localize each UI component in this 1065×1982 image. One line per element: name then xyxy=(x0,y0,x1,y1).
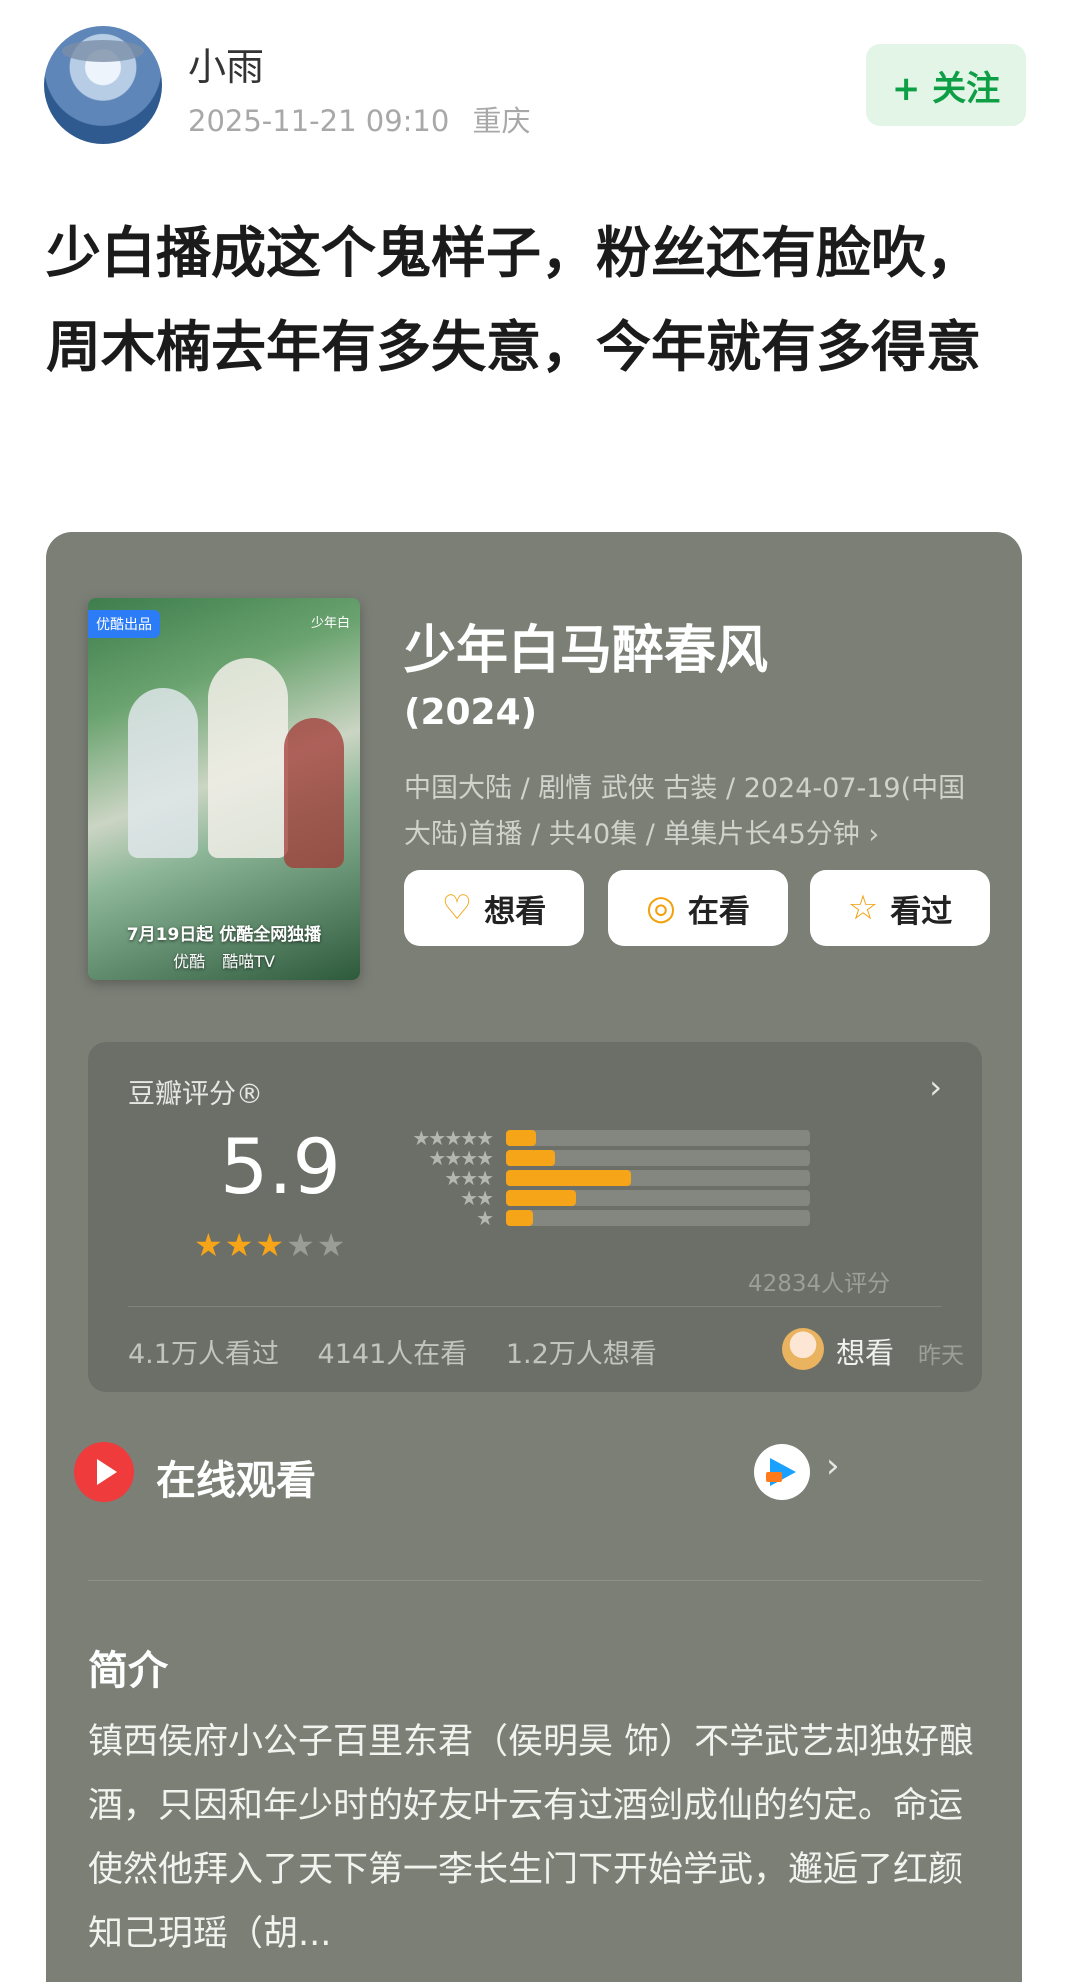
online-watch-label: 在线观看 xyxy=(156,1458,316,1504)
distribution-bar xyxy=(506,1150,810,1166)
movie-card[interactable]: 优酷出品 少年白 7月19日起 优酷全网独播 优酷 酷喵TV 少年白马醉春风 (… xyxy=(46,532,1022,1982)
distribution-bar-fill xyxy=(506,1150,555,1166)
intro-title: 简介 xyxy=(88,1648,168,1694)
distribution-bar-fill xyxy=(506,1130,537,1146)
post-meta: 2025-11-21 09:10 重庆 xyxy=(188,98,545,140)
want-button[interactable]: ♡ 想看 xyxy=(404,870,584,946)
watched-label: 看过 xyxy=(890,893,953,930)
distribution-stars-icon: ★★★★★ xyxy=(412,1126,494,1150)
target-icon: ◎ xyxy=(646,888,676,928)
intro-text[interactable]: 镇西侯府小公子百里东君（侯明昊 饰）不学武艺却独好酿酒，只因和年少时的好友叶云有… xyxy=(88,1710,988,1966)
distribution-stars-icon: ★★★★ xyxy=(428,1146,494,1170)
poster-platforms: 优酷 酷喵TV xyxy=(88,948,360,972)
post-time: 2025-11-21 09:10 xyxy=(188,104,450,138)
watched-button[interactable]: ☆ 看过 xyxy=(810,870,990,946)
poster-brand: 少年白 xyxy=(310,616,350,631)
watching-label: 在看 xyxy=(687,893,750,930)
distribution-bar-fill xyxy=(506,1190,576,1206)
rating-stats: 4.1万人看过 4141人在看 1.2万人想看 xyxy=(128,1332,687,1371)
distribution-stars-icon: ★★★ xyxy=(444,1166,494,1190)
movie-title[interactable]: 少年白马醉春风 xyxy=(404,608,768,683)
movie-poster[interactable]: 优酷出品 少年白 7月19日起 优酷全网独播 优酷 酷喵TV xyxy=(88,598,360,980)
poster-badge: 优酷出品 xyxy=(88,610,160,638)
poster-platform: 酷喵TV xyxy=(222,952,275,971)
distribution-stars-icon: ★ xyxy=(476,1206,494,1230)
star-icon: ☆ xyxy=(847,888,879,928)
stat-want[interactable]: 1.2万人想看 xyxy=(506,1339,657,1370)
distribution-stars-icon: ★★ xyxy=(460,1186,494,1210)
distribution-bar xyxy=(506,1190,810,1206)
distribution-bar xyxy=(506,1170,810,1186)
post-title: 少白播成这个鬼样子，粉丝还有脸吹，周木楠去年有多失意，今年就有多得意 xyxy=(46,221,982,379)
distribution-bar-fill xyxy=(506,1170,631,1186)
poster-date-text: 7月19日起 优酷全网独播 xyxy=(126,925,322,945)
distribution-bar xyxy=(506,1130,810,1146)
divider xyxy=(88,1580,982,1581)
distribution-bar xyxy=(506,1210,810,1226)
rating-label: 豆瓣评分® xyxy=(128,1079,263,1110)
follow-button[interactable]: + 关注 xyxy=(866,44,1026,126)
friend-time: 昨天 xyxy=(918,1343,964,1369)
author-avatar[interactable] xyxy=(44,26,162,144)
stat-watching[interactable]: 4141人在看 xyxy=(318,1339,468,1370)
post-location: 重庆 xyxy=(472,104,531,138)
rating-distribution-row: ★ xyxy=(88,1208,890,1232)
play-icon xyxy=(74,1442,134,1502)
movie-info[interactable]: 中国大陆 / 剧情 武侠 古装 / 2024-07-19(中国大陆)首播 / 共… xyxy=(404,766,984,858)
poster-platform: 优酷 xyxy=(173,952,206,971)
want-label: 想看 xyxy=(484,893,547,930)
chevron-right-icon: › xyxy=(826,1446,840,1486)
online-watch-row[interactable]: 在线观看 › xyxy=(74,1412,994,1532)
post-header: 小雨 2025-11-21 09:10 重庆 + 关注 xyxy=(0,0,1065,150)
poster-figure xyxy=(208,658,288,858)
friend-avatar[interactable] xyxy=(782,1328,824,1370)
rating-box[interactable]: 豆瓣评分® › 5.9 ★★★★★ ★★★★★ ★★★★ ★★★ ★★ ★ 42834人… xyxy=(88,1042,982,1392)
divider xyxy=(128,1306,942,1307)
watching-button[interactable]: ◎ 在看 xyxy=(608,870,788,946)
author-name[interactable]: 小雨 xyxy=(188,36,264,91)
poster-figure xyxy=(284,718,344,868)
friend-action: 想看 xyxy=(836,1336,895,1370)
chevron-right-icon[interactable]: › xyxy=(929,1068,942,1106)
heart-plus-icon: ♡ xyxy=(441,888,473,928)
rating-count: 42834人评分 xyxy=(748,1271,891,1297)
stat-watched[interactable]: 4.1万人看过 xyxy=(128,1339,279,1370)
movie-year: (2024) xyxy=(404,692,538,733)
distribution-bar-fill xyxy=(506,1210,534,1226)
poster-figure xyxy=(128,688,198,858)
youku-icon xyxy=(754,1444,810,1500)
